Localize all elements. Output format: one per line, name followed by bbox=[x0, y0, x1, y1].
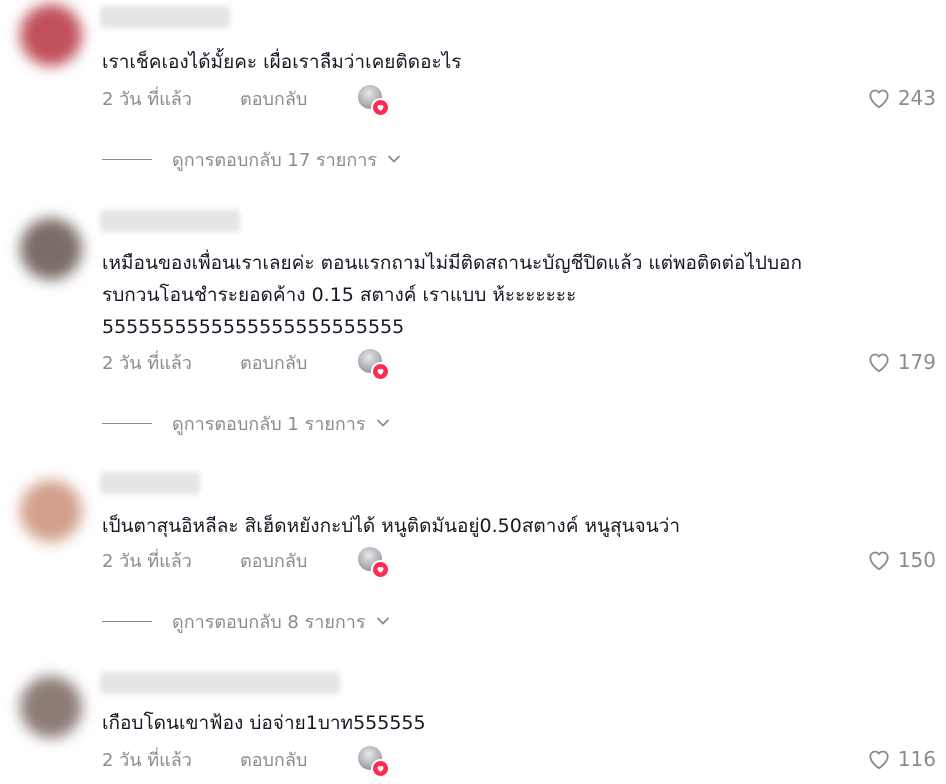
comment-item: เกือบโดนเขาฟ้อง บ่อจ่าย1บาท555555 2 วัน … bbox=[0, 660, 946, 784]
avatar[interactable] bbox=[20, 676, 82, 738]
creator-liked-badge bbox=[358, 547, 390, 579]
reply-button[interactable]: ตอบกลับ bbox=[240, 84, 358, 113]
like-count: 179 bbox=[897, 350, 936, 374]
avatar[interactable] bbox=[20, 4, 82, 66]
comment-item: เราเช็คเองได้มั้ยคะ เผื่อเราลืมว่าเคยติด… bbox=[0, 0, 946, 200]
comment-text: เป็นตาสุนอิหลีละ สิเฮ็ดหยังกะบ่ได้ หนูติ… bbox=[102, 515, 681, 537]
heart-outline-icon bbox=[869, 89, 889, 109]
view-replies-button[interactable]: ดูการตอบกลับ 17 รายการ bbox=[102, 145, 401, 173]
heart-badge-icon bbox=[371, 98, 390, 117]
creator-liked-badge bbox=[358, 85, 390, 117]
heart-outline-icon bbox=[869, 353, 889, 373]
like-button[interactable]: 179 bbox=[866, 347, 936, 377]
comment-meta: 2 วัน ที่แล้ว ตอบกลับ bbox=[102, 744, 390, 778]
comment-text: เราเช็คเองได้มั้ยคะ เผื่อเราลืมว่าเคยติด… bbox=[102, 51, 462, 73]
divider-line bbox=[102, 620, 152, 622]
like-button[interactable]: 243 bbox=[866, 83, 936, 113]
chevron-down-icon bbox=[376, 617, 389, 625]
like-count: 150 bbox=[897, 548, 936, 572]
comment-time: 2 วัน ที่แล้ว bbox=[102, 550, 192, 572]
creator-liked-badge bbox=[358, 349, 390, 381]
comment-time: 2 วัน ที่แล้ว bbox=[102, 352, 192, 374]
view-replies-label: ดูการตอบกลับ 8 รายการ bbox=[172, 611, 366, 633]
comment-item: เหมือนของเพื่อนเราเลยค่ะ ตอนแรกถามไม่มีต… bbox=[0, 200, 946, 460]
comment-text: เหมือนของเพื่อนเราเลยค่ะ ตอนแรกถามไม่มีต… bbox=[102, 252, 802, 338]
creator-liked-badge bbox=[358, 746, 390, 778]
username-blurred[interactable] bbox=[100, 672, 340, 694]
like-count: 243 bbox=[897, 86, 936, 110]
chevron-down-icon bbox=[376, 419, 389, 427]
view-replies-button[interactable]: ดูการตอบกลับ 8 รายการ bbox=[102, 607, 390, 635]
divider-line bbox=[102, 422, 152, 424]
username-blurred[interactable] bbox=[100, 472, 200, 494]
view-replies-label: ดูการตอบกลับ 17 รายการ bbox=[172, 149, 377, 171]
heart-badge-icon bbox=[371, 362, 390, 381]
like-button[interactable]: 150 bbox=[866, 545, 936, 575]
username-blurred[interactable] bbox=[100, 6, 230, 28]
avatar[interactable] bbox=[20, 218, 82, 280]
heart-outline-icon bbox=[869, 750, 889, 770]
reply-button[interactable]: ตอบกลับ bbox=[240, 348, 358, 377]
like-button[interactable]: 116 bbox=[866, 744, 936, 774]
avatar[interactable] bbox=[20, 480, 82, 542]
heart-badge-icon bbox=[371, 759, 390, 778]
heart-outline-icon bbox=[869, 551, 889, 571]
reply-button[interactable]: ตอบกลับ bbox=[240, 546, 358, 575]
comment-text: เกือบโดนเขาฟ้อง บ่อจ่าย1บาท555555 bbox=[102, 712, 426, 734]
comment-time: 2 วัน ที่แล้ว bbox=[102, 88, 192, 110]
heart-badge-icon bbox=[371, 560, 390, 579]
chevron-down-icon bbox=[388, 155, 400, 163]
view-replies-button[interactable]: ดูการตอบกลับ 1 รายการ bbox=[102, 409, 390, 437]
view-replies-label: ดูการตอบกลับ 1 รายการ bbox=[172, 413, 366, 435]
username-blurred[interactable] bbox=[100, 210, 240, 232]
reply-button[interactable]: ตอบกลับ bbox=[240, 745, 358, 774]
comment-item: เป็นตาสุนอิหลีละ สิเฮ็ดหยังกะบ่ได้ หนูติ… bbox=[0, 460, 946, 660]
comment-meta: 2 วัน ที่แล้ว ตอบกลับ bbox=[102, 545, 390, 579]
divider-line bbox=[102, 158, 152, 160]
comment-time: 2 วัน ที่แล้ว bbox=[102, 749, 192, 771]
comment-meta: 2 วัน ที่แล้ว ตอบกลับ bbox=[102, 83, 390, 117]
like-count: 116 bbox=[897, 747, 936, 771]
comment-meta: 2 วัน ที่แล้ว ตอบกลับ bbox=[102, 347, 390, 381]
